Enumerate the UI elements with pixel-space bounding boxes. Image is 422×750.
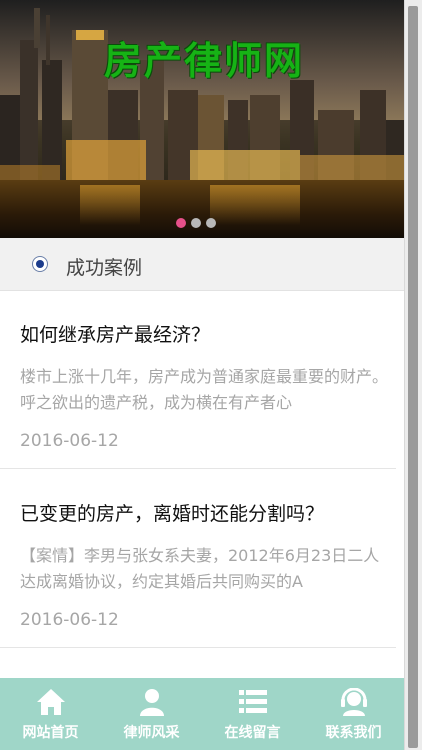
article-summary: 楼市上涨十几年，房产成为普通家庭最重要的财产。呼之欲出的遗产税，成为横在有产者心	[20, 367, 388, 412]
nav-home[interactable]: 网站首页	[0, 678, 101, 750]
nav-label: 在线留言	[224, 725, 281, 741]
banner-title: 房产律师网	[104, 38, 305, 83]
carousel-dot-1[interactable]	[176, 218, 186, 228]
article-summary: 【案情】李男与张女系夫妻，2012年6月23日二人达成离婚协议，约定其婚后共同购…	[20, 546, 380, 591]
scrollbar-thumb[interactable]	[408, 6, 418, 748]
carousel-indicators	[176, 218, 216, 228]
carousel-dot-3[interactable]	[206, 218, 216, 228]
nav-label: 律师风采	[123, 725, 180, 741]
bottom-nav: 网站首页 律师风采 在线留言 联系我们	[0, 678, 404, 750]
nav-lawyers[interactable]: 律师风采	[101, 678, 202, 750]
river-water	[0, 180, 404, 238]
banner-carousel[interactable]: 房产律师网	[0, 0, 404, 238]
headset-icon	[341, 688, 367, 716]
list-item[interactable]: 已变更的房产，离婚时还能分割吗？ 【案情】李男与张女系夫妻，2012年6月23日…	[0, 469, 396, 648]
list-item[interactable]: 如何继承房产最经济？ 楼市上涨十几年，房产成为普通家庭最重要的财产。呼之欲出的遗…	[0, 290, 396, 469]
light-reflection	[80, 185, 140, 225]
nav-message[interactable]: 在线留言	[202, 678, 303, 750]
section-header: 成功案例	[0, 238, 404, 291]
article-title[interactable]: 已变更的房产，离婚时还能分割吗？	[20, 499, 324, 526]
radio-bullet-icon	[32, 256, 48, 272]
nav-contact[interactable]: 联系我们	[303, 678, 404, 750]
article-date: 2016-06-12	[20, 431, 119, 451]
list-icon	[239, 690, 267, 713]
city-skyline-image	[0, 8, 404, 185]
section-title: 成功案例	[66, 257, 143, 279]
article-date: 2016-06-12	[20, 610, 119, 630]
article-list: 如何继承房产最经济？ 楼市上涨十几年，房产成为普通家庭最重要的财产。呼之欲出的遗…	[0, 290, 404, 648]
light-reflection	[210, 185, 300, 225]
home-icon	[37, 689, 65, 715]
article-title[interactable]: 如何继承房产最经济？	[20, 320, 210, 347]
nav-label: 联系我们	[325, 725, 382, 741]
carousel-dot-2[interactable]	[191, 218, 201, 228]
vertical-scrollbar[interactable]	[404, 0, 422, 750]
user-icon	[140, 689, 164, 716]
page: 房产律师网 成功案例 如何继承房产最经济？ 楼市上涨十几年，房产成为普通家庭最重…	[0, 0, 404, 750]
nav-label: 网站首页	[22, 725, 79, 741]
